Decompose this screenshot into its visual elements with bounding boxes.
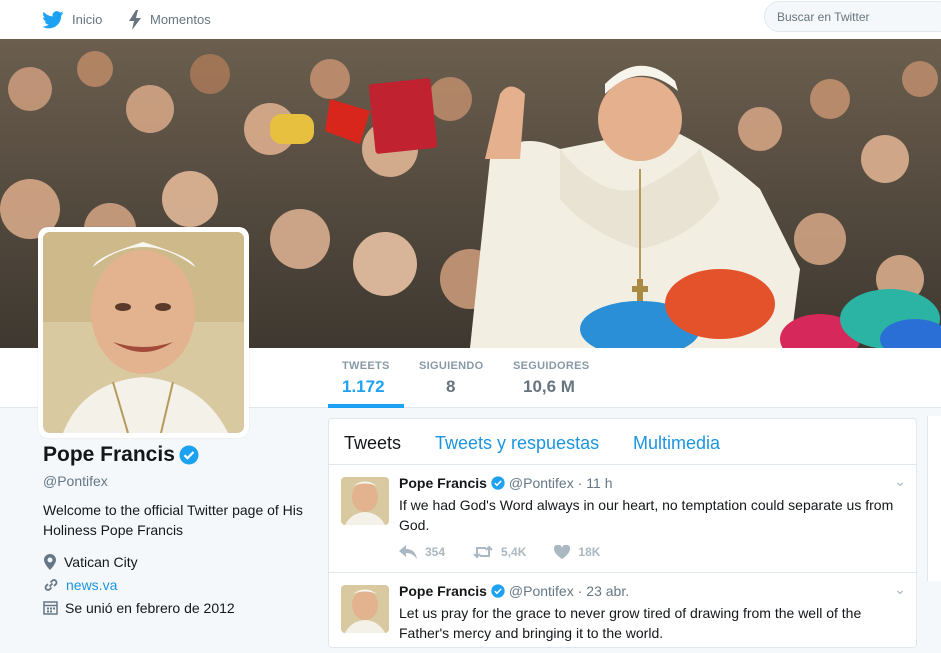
like-count: 18K (578, 545, 601, 559)
tweet-item[interactable]: Pope Francis @Pontifex · 23 abr. ⌄ Let u… (329, 573, 916, 653)
tweet-timestamp[interactable]: · 11 h (578, 475, 613, 491)
stat-following[interactable]: SIGUIENDO 8 (419, 348, 483, 408)
calendar-icon (43, 601, 58, 615)
stat-followers[interactable]: SEGUIDORES 10,6 M (513, 348, 589, 408)
profile-name-row: Pope Francis (43, 443, 313, 467)
profile-location: Vatican City (43, 552, 313, 571)
tweet-author-handle[interactable]: @Pontifex (509, 583, 574, 599)
tweet-avatar-image (341, 477, 389, 525)
stat-tweets-label: TWEETS (342, 360, 390, 372)
tweet-avatar-image (341, 585, 389, 633)
tweet-menu-chevron-icon[interactable]: ⌄ (894, 581, 906, 598)
stat-tweets[interactable]: TWEETS 1.172 (328, 348, 404, 408)
top-navigation-bar: Inicio Momentos Buscar en Twitter (0, 0, 941, 39)
nav-moments[interactable]: Momentos (128, 0, 211, 39)
profile-name[interactable]: Pope Francis (43, 443, 175, 467)
moments-label: Momentos (150, 12, 211, 27)
location-text: Vatican City (64, 553, 138, 570)
right-panel-edge (927, 416, 941, 581)
tweet-text: Let us pray for the grace to never grow … (399, 605, 862, 641)
like-button[interactable]: 18K (554, 545, 600, 559)
stat-following-label: SIGUIENDO (419, 360, 484, 372)
tweet-item[interactable]: Pope Francis @Pontifex · 11 h ⌄ If we ha… (329, 465, 916, 573)
tweet-text: If we had God's Word always in our heart… (399, 497, 894, 533)
verified-badge-icon (179, 445, 199, 465)
lightning-icon (129, 9, 141, 30)
search-placeholder: Buscar en Twitter (777, 9, 870, 24)
profile-bio: Welcome to the official Twitter page of … (43, 502, 303, 538)
tweet-author-handle[interactable]: @Pontifex (509, 475, 574, 491)
profile-joined: Se unió en febrero de 2012 (43, 598, 313, 617)
reply-count: 354 (425, 545, 446, 559)
nav-home[interactable]: Inicio (42, 0, 102, 39)
profile-avatar[interactable] (38, 227, 249, 438)
link-icon (44, 578, 58, 591)
reply-button[interactable]: 354 (399, 545, 445, 559)
heart-icon (554, 545, 571, 559)
search-input[interactable]: Buscar en Twitter (764, 1, 941, 32)
home-label: Inicio (72, 12, 103, 27)
retweet-button[interactable]: 5,4K (473, 545, 526, 559)
timeline-tabs: Tweets Tweets y respuestas Multimedia (329, 419, 916, 465)
reply-icon (399, 545, 417, 559)
website-link[interactable]: news.va (66, 577, 117, 593)
twitter-bird-icon (42, 10, 64, 28)
joined-text: Se unió en febrero de 2012 (65, 599, 235, 616)
retweet-count: 5,4K (501, 545, 527, 559)
retweet-icon (473, 545, 493, 559)
profile-website: news.va (43, 575, 313, 594)
verified-badge-icon (491, 584, 505, 598)
tweet-menu-chevron-icon[interactable]: ⌄ (894, 473, 906, 490)
profile-info: Pope Francis @Pontifex Welcome to the of… (43, 443, 313, 617)
profile-handle[interactable]: @Pontifex (43, 473, 313, 489)
tweet-timeline: Tweets Tweets y respuestas Multimedia Po… (328, 418, 917, 648)
stat-tweets-value: 1.172 (342, 377, 385, 396)
tweet-author-name[interactable]: Pope Francis (399, 583, 487, 599)
tweet-author-name[interactable]: Pope Francis (399, 475, 487, 491)
stat-following-value: 8 (446, 377, 456, 396)
avatar-image (43, 232, 244, 433)
stat-followers-label: SEGUIDORES (513, 360, 590, 372)
location-pin-icon (44, 553, 56, 570)
tweet-avatar[interactable] (341, 477, 389, 525)
tab-tweets[interactable]: Tweets (344, 433, 401, 454)
tweet-header: Pope Francis @Pontifex · 23 abr. (399, 583, 629, 599)
stat-followers-value: 10,6 M (523, 377, 575, 396)
tweet-avatar[interactable] (341, 585, 389, 633)
tweet-header: Pope Francis @Pontifex · 11 h (399, 475, 613, 491)
tab-tweets-replies[interactable]: Tweets y respuestas (435, 433, 599, 454)
tab-media[interactable]: Multimedia (633, 433, 720, 454)
verified-badge-icon (491, 476, 505, 490)
tweet-actions: 354 5,4K 18K (399, 545, 628, 559)
tweet-timestamp[interactable]: · 23 abr. (578, 583, 629, 599)
